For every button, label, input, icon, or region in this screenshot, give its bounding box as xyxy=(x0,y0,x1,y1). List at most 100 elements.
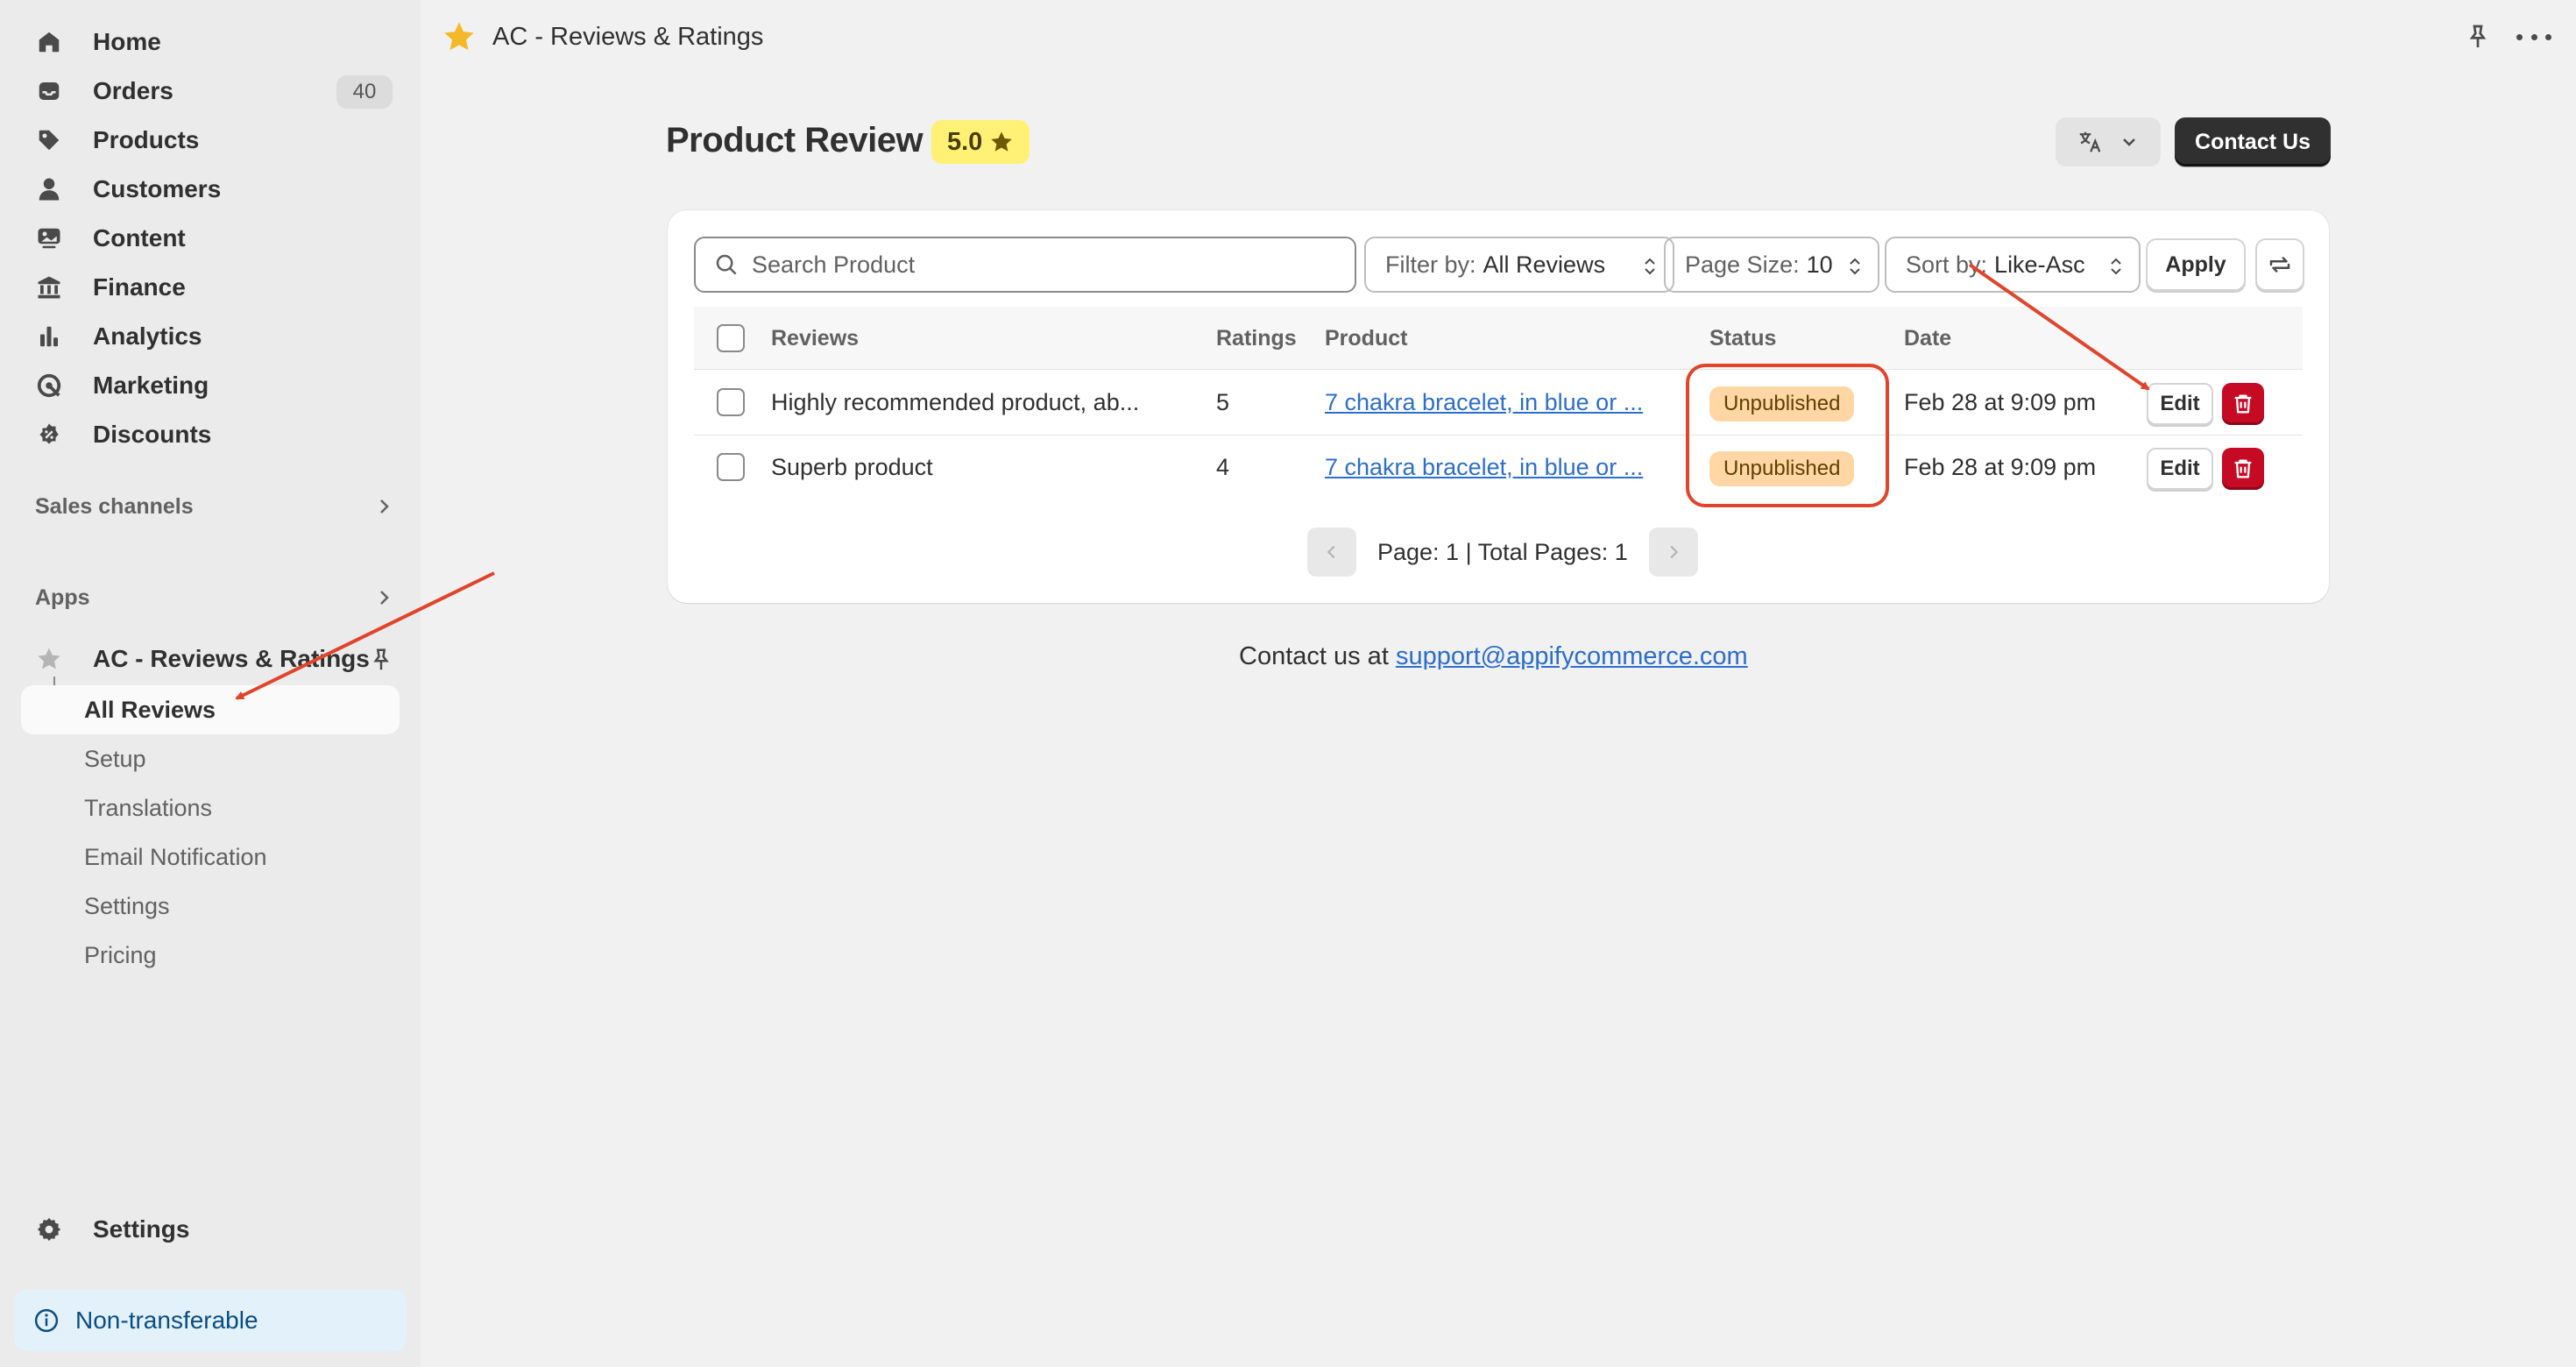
search-input[interactable] xyxy=(752,251,1348,279)
sales-channels-label: Sales channels xyxy=(35,493,194,519)
chevron-down-icon xyxy=(2123,138,2135,146)
star-icon xyxy=(33,643,65,675)
sidebar-item-customers[interactable]: Customers xyxy=(21,166,400,212)
home-icon xyxy=(33,26,65,58)
star-icon xyxy=(444,22,474,51)
banner-label: Non-transferable xyxy=(75,1307,258,1334)
chevron-right-icon xyxy=(380,591,389,605)
row-checkbox[interactable] xyxy=(717,453,745,481)
sidebar-item-content[interactable]: Content xyxy=(21,216,400,261)
translate-icon xyxy=(2079,131,2101,152)
pagination-text: Page: 1 | Total Pages: 1 xyxy=(1377,538,1628,565)
column-header-reviews: Reviews xyxy=(771,326,860,351)
gear-icon xyxy=(33,1214,65,1245)
sidebar-item-products[interactable]: Products xyxy=(21,117,400,163)
apply-button[interactable]: Apply xyxy=(2146,238,2246,291)
pin-icon[interactable] xyxy=(368,647,394,673)
refresh-button[interactable] xyxy=(2255,238,2304,291)
sidebar-subitem-label: Translations xyxy=(84,794,213,821)
sidebar-subitem-setup[interactable]: Setup xyxy=(21,734,400,783)
sidebar-app-ac-reviews[interactable]: AC - Reviews & Ratings xyxy=(21,636,400,682)
image-icon xyxy=(33,223,65,254)
next-page-button[interactable] xyxy=(1648,528,1698,577)
sidebar-item-label: Orders xyxy=(93,77,173,104)
status-badge: Unpublished xyxy=(1709,451,1855,486)
sidebar-subitem-translations[interactable]: Translations xyxy=(21,783,400,832)
sidebar-item-finance[interactable]: Finance xyxy=(21,265,400,310)
review-text: Highly recommended product, ab... xyxy=(771,389,1140,415)
select-arrows-icon xyxy=(2111,258,2121,275)
filter-label: Filter by: xyxy=(1385,251,1476,278)
sidebar-item-home[interactable]: Home xyxy=(21,19,400,65)
table-row: Superb product 4 7 chakra bracelet, in b… xyxy=(694,436,2303,500)
table-header: Reviews Ratings Product Status Date xyxy=(694,307,2303,370)
row-checkbox[interactable] xyxy=(717,388,745,416)
page-size-value: 10 xyxy=(1806,251,1833,278)
more-options-icon[interactable] xyxy=(2516,23,2551,51)
contact-us-button[interactable]: Contact Us xyxy=(2175,117,2331,166)
sidebar-item-label: Discounts xyxy=(93,421,212,448)
filter-select[interactable]: Filter by: All Reviews xyxy=(1364,237,1674,293)
sidebar-item-analytics[interactable]: Analytics xyxy=(21,314,400,359)
sidebar-item-label: Finance xyxy=(93,273,186,301)
apps-label: Apps xyxy=(35,584,90,610)
review-date: Feb 28 at 9:09 pm xyxy=(1904,389,2097,415)
tag-icon xyxy=(33,124,65,156)
review-rating: 4 xyxy=(1216,454,1230,480)
page-size-select[interactable]: Page Size: 10 xyxy=(1664,237,1879,293)
review-date: Feb 28 at 9:09 pm xyxy=(1904,454,2097,480)
chevron-left-icon xyxy=(1327,545,1335,559)
sidebar-subitem-label: All Reviews xyxy=(84,696,216,723)
sort-select[interactable]: Sort by: Like-Asc xyxy=(1885,237,2141,293)
app-name: AC - Reviews & Ratings xyxy=(93,645,370,672)
product-link[interactable]: 7 chakra bracelet, in blue or ... xyxy=(1325,389,1643,416)
info-icon xyxy=(34,1308,59,1333)
previous-page-button[interactable] xyxy=(1307,528,1356,577)
sort-label: Sort by: xyxy=(1906,251,1988,278)
sidebar-subitem-label: Settings xyxy=(84,892,170,919)
trash-icon xyxy=(2234,394,2252,414)
sidebar-item-label: Home xyxy=(93,28,161,55)
sidebar-subitem-label: Setup xyxy=(84,745,146,772)
sidebar-item-orders[interactable]: Orders 40 xyxy=(21,68,400,114)
delete-button[interactable] xyxy=(2222,383,2264,425)
bank-icon xyxy=(33,272,65,303)
review-rating: 5 xyxy=(1216,389,1230,415)
column-header-ratings: Ratings xyxy=(1216,326,1297,351)
contact-footer: Contact us at support@appifycommerce.com xyxy=(1239,642,1748,671)
support-email-link[interactable]: support@appifycommerce.com xyxy=(1396,642,1748,670)
sidebar-subitem-email-notification[interactable]: Email Notification xyxy=(21,832,400,882)
search-box[interactable] xyxy=(694,237,1356,293)
column-header-status: Status xyxy=(1709,326,1777,351)
pagination: Page: 1 | Total Pages: 1 xyxy=(1307,528,1698,577)
sidebar-subitem-settings[interactable]: Settings xyxy=(21,882,400,931)
edit-button[interactable]: Edit xyxy=(2147,448,2213,490)
sidebar-subitem-all-reviews[interactable]: All Reviews xyxy=(21,685,400,734)
pin-icon[interactable] xyxy=(2464,23,2492,51)
sidebar: Home Orders 40 Products Customers Conten… xyxy=(0,0,421,1367)
star-icon xyxy=(991,131,1012,152)
sales-channels-section[interactable]: Sales channels xyxy=(35,489,400,524)
inbox-icon xyxy=(33,75,65,107)
trash-icon xyxy=(2234,459,2252,478)
sidebar-item-settings[interactable]: Settings xyxy=(21,1207,400,1252)
sidebar-item-label: Marketing xyxy=(93,372,209,399)
app-topbar: AC - Reviews & Ratings xyxy=(421,0,2576,74)
status-badge: Unpublished xyxy=(1709,386,1855,421)
non-transferable-banner[interactable]: Non-transferable xyxy=(14,1290,407,1351)
edit-button[interactable]: Edit xyxy=(2147,383,2213,425)
rating-value: 5.0 xyxy=(947,127,983,156)
sidebar-subitem-pricing[interactable]: Pricing xyxy=(21,931,400,980)
bar-chart-icon xyxy=(33,321,65,352)
page-title: Product Review xyxy=(666,121,924,159)
sidebar-item-marketing[interactable]: Marketing xyxy=(21,363,400,408)
delete-button[interactable] xyxy=(2222,448,2264,490)
orders-count-badge: 40 xyxy=(336,75,393,109)
sidebar-item-discounts[interactable]: Discounts xyxy=(21,412,400,457)
apps-section[interactable]: Apps xyxy=(35,580,400,615)
select-all-checkbox[interactable] xyxy=(717,324,745,352)
language-select-button[interactable] xyxy=(2056,117,2161,166)
product-link[interactable]: 7 chakra bracelet, in blue or ... xyxy=(1325,454,1643,481)
rating-badge: 5.0 xyxy=(931,120,1030,164)
chevron-right-icon xyxy=(380,499,389,514)
